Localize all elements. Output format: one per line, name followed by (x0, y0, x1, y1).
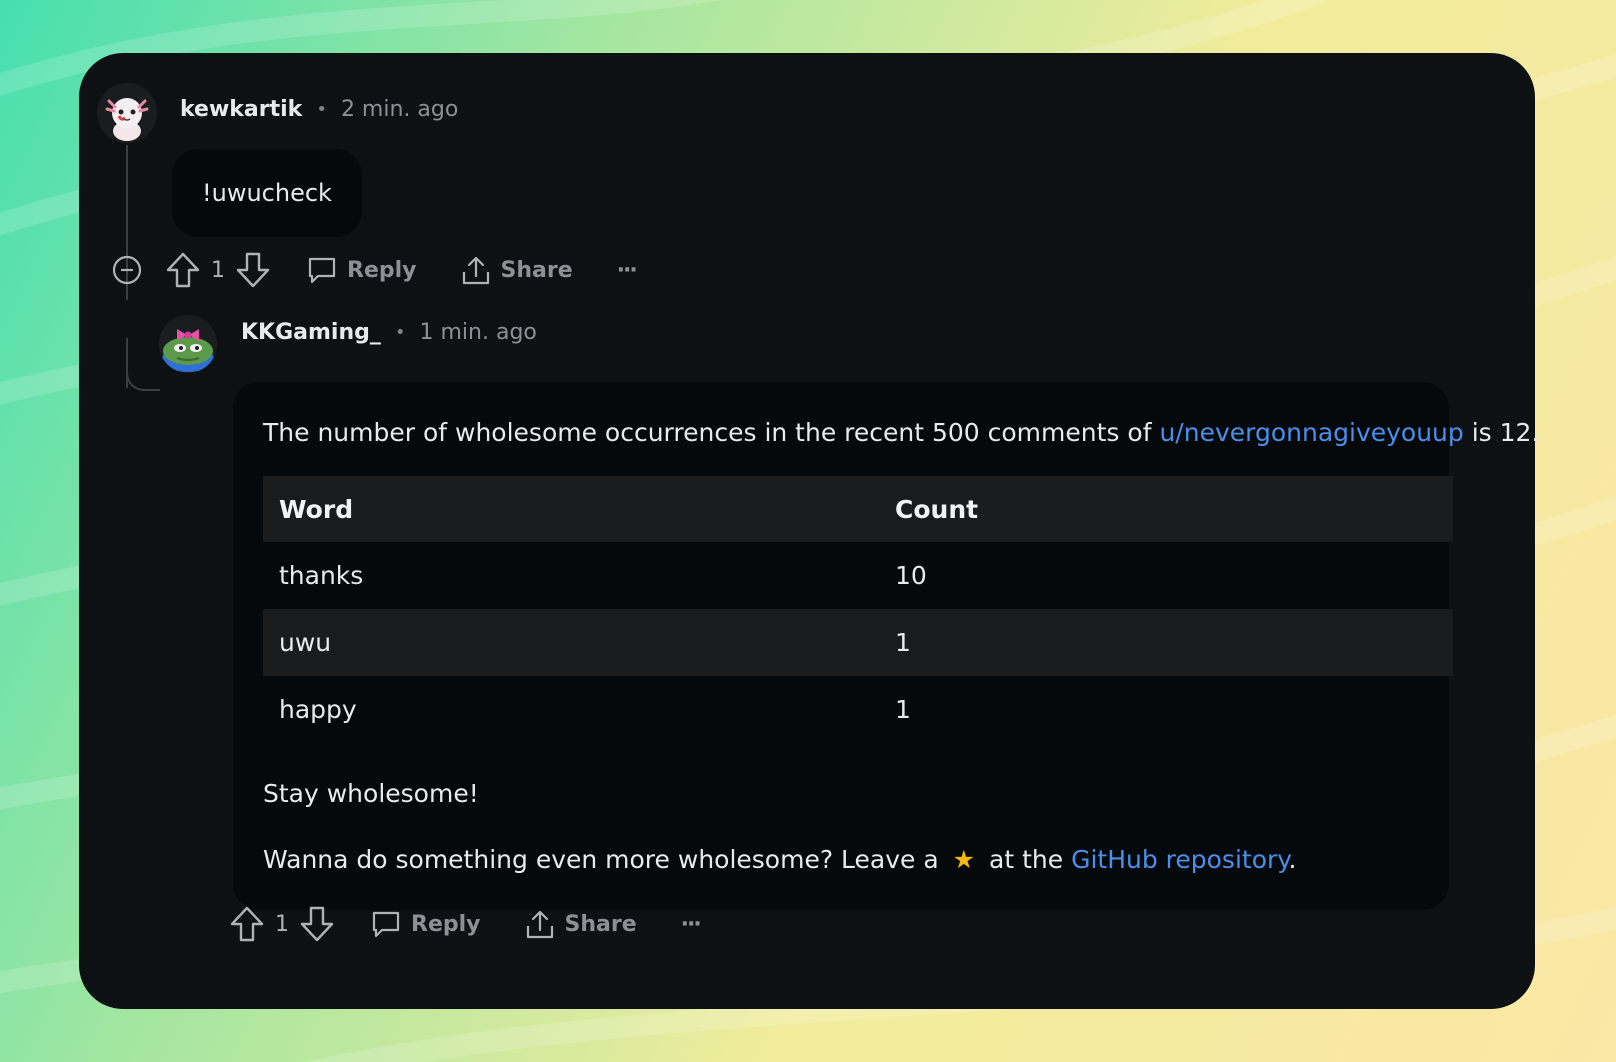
star-icon: ★ (952, 845, 976, 874)
user-link[interactable]: u/nevergonnagiveyouup (1159, 418, 1463, 447)
reply-meta: KKGaming_ • 1 min. ago (241, 320, 537, 345)
table-cell-word: uwu (263, 609, 879, 676)
frog-avatar-icon (159, 315, 217, 373)
downvote-icon[interactable] (299, 905, 335, 943)
collapse-button[interactable] (111, 254, 143, 286)
more-icon: ··· (616, 257, 638, 283)
username[interactable]: kewkartik (180, 97, 302, 122)
axolotl-avatar-icon (97, 83, 157, 143)
downvote-icon[interactable] (235, 251, 271, 289)
vote-group: 1 (165, 251, 271, 289)
table-header-count: Count (879, 476, 1453, 542)
thread-connector (126, 353, 160, 391)
word-count-table: Word Count thanks 10 uwu 1 happy 1 (263, 476, 1453, 743)
collapse-icon (112, 255, 142, 285)
share-button[interactable]: Share (525, 908, 637, 940)
more-options-button[interactable]: ··· (680, 911, 702, 937)
more-icon: ··· (680, 911, 702, 937)
table-header-word: Word (263, 476, 879, 542)
cta-end: . (1288, 845, 1297, 874)
github-link[interactable]: GitHub repository (1071, 845, 1288, 874)
username[interactable]: KKGaming_ (241, 320, 381, 345)
share-icon (526, 910, 553, 939)
closing-paragraph: Stay wholesome! (263, 779, 479, 808)
table-header-row: Word Count (263, 476, 1453, 542)
share-button[interactable]: Share (461, 254, 573, 286)
reply-label: Reply (411, 911, 481, 937)
comment-card: kewkartik • 2 min. ago !uwucheck 1 Reply (79, 53, 1539, 1009)
reply-body: The number of wholesome occurrences in t… (233, 382, 1539, 910)
comment-action-bar: 1 Reply Share ··· (111, 251, 680, 289)
table-cell-count: 10 (895, 561, 927, 590)
share-icon (462, 256, 489, 285)
vote-count: 1 (211, 257, 225, 283)
avatar[interactable] (159, 315, 217, 373)
table-cell-count: 1 (895, 695, 911, 724)
comment-meta: kewkartik • 2 min. ago (180, 97, 458, 122)
comment-icon (308, 257, 336, 284)
cta-text: at the (989, 845, 1064, 874)
reply-label: Reply (347, 257, 417, 283)
comment-icon (372, 911, 400, 938)
share-label: Share (564, 911, 637, 937)
table-row: thanks 10 (263, 542, 1453, 609)
comment-body: !uwucheck (172, 149, 362, 237)
share-label: Share (500, 257, 573, 283)
reply-action-bar: 1 Reply Share ··· (229, 905, 744, 943)
separator-dot: • (316, 99, 327, 120)
table-row: uwu 1 (263, 609, 1453, 676)
intro-text: The number of wholesome occurrences in t… (263, 418, 1152, 447)
table-cell-word: happy (279, 695, 357, 724)
upvote-icon[interactable] (229, 905, 265, 943)
reply-button[interactable]: Reply (371, 909, 481, 939)
separator-dot: • (394, 322, 406, 343)
avatar[interactable] (97, 83, 157, 143)
reply-button[interactable]: Reply (307, 255, 417, 285)
intro-suffix: is 12. (1471, 418, 1540, 447)
upvote-icon[interactable] (165, 251, 201, 289)
vote-count: 1 (275, 911, 289, 937)
cta-paragraph: Wanna do something even more wholesome? … (263, 839, 1419, 881)
timestamp[interactable]: 2 min. ago (341, 97, 458, 122)
more-options-button[interactable]: ··· (616, 257, 638, 283)
cta-text: Wanna do something even more wholesome? … (263, 845, 939, 874)
table-cell-word: thanks (279, 561, 364, 590)
table-row: happy 1 (263, 676, 1453, 743)
vote-group: 1 (229, 905, 335, 943)
intro-paragraph: The number of wholesome occurrences in t… (263, 412, 1539, 454)
table-cell-count: 1 (879, 609, 1453, 676)
timestamp[interactable]: 1 min. ago (420, 320, 537, 345)
